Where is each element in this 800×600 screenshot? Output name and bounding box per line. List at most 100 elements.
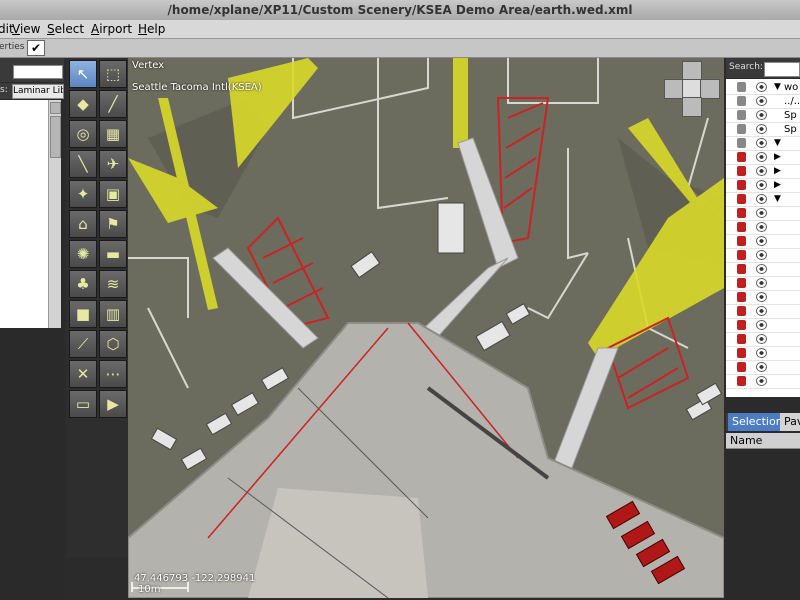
vertex-tool-button[interactable]: ↖ — [69, 60, 97, 88]
line-tool-button[interactable]: ⟋ — [69, 330, 97, 358]
lock-icon[interactable] — [737, 292, 746, 302]
windsock-tool-button[interactable]: ⚑ — [99, 210, 127, 238]
lock-icon[interactable] — [737, 320, 746, 330]
menu-airport[interactable]: Airport — [91, 20, 132, 38]
tree-row[interactable] — [726, 291, 800, 305]
tree-row[interactable] — [726, 207, 800, 221]
lock-icon[interactable] — [737, 264, 746, 274]
visibility-eye-icon[interactable] — [756, 292, 767, 302]
properties-checkbox[interactable]: ✔ — [27, 40, 45, 56]
expander-icon[interactable]: ▼ — [774, 137, 781, 150]
lock-icon[interactable] — [737, 306, 746, 316]
marquee-tool-button[interactable]: ⬚ — [99, 60, 127, 88]
lock-icon[interactable] — [737, 82, 746, 92]
tree-row[interactable]: ▼ — [726, 137, 800, 151]
visibility-eye-icon[interactable] — [756, 194, 767, 204]
hierarchy-search-input[interactable] — [764, 62, 800, 77]
visibility-eye-icon[interactable] — [756, 110, 767, 120]
expander-icon[interactable]: ▶ — [774, 165, 781, 178]
lock-icon[interactable] — [737, 138, 746, 148]
tree-row[interactable] — [726, 347, 800, 361]
tree-row[interactable] — [726, 305, 800, 319]
pan-up-button[interactable] — [682, 61, 702, 81]
tree-row[interactable]: Sp — [726, 109, 800, 123]
lock-icon[interactable] — [737, 152, 746, 162]
facade-tool-button[interactable]: ▥ — [99, 300, 127, 328]
zoom-center-button[interactable] — [682, 79, 702, 99]
name-column-header[interactable]: Name — [726, 433, 800, 449]
visibility-eye-icon[interactable] — [756, 362, 767, 372]
visibility-eye-icon[interactable] — [756, 264, 767, 274]
visibility-eye-icon[interactable] — [756, 166, 767, 176]
tree-row[interactable]: ▶ — [726, 179, 800, 193]
pan-down-button[interactable] — [682, 97, 702, 117]
tab-pavement[interactable]: Pav — [780, 413, 800, 431]
atc-tool-button[interactable]: ≋ — [99, 270, 127, 298]
tree-row[interactable] — [726, 319, 800, 333]
visibility-eye-icon[interactable] — [756, 334, 767, 344]
lock-icon[interactable] — [737, 166, 746, 176]
library-scrollbar[interactable] — [48, 100, 61, 328]
beacon-tool-button[interactable]: ✺ — [69, 240, 97, 268]
lock-icon[interactable] — [737, 348, 746, 358]
tree-row[interactable]: Sp — [726, 123, 800, 137]
visibility-eye-icon[interactable] — [756, 208, 767, 218]
menu-view[interactable]: View — [12, 20, 40, 38]
tree-row[interactable]: ../.. — [726, 95, 800, 109]
tree-row[interactable] — [726, 221, 800, 235]
expander-icon[interactable]: ▼ — [774, 193, 781, 206]
lock-icon[interactable] — [737, 250, 746, 260]
visibility-eye-icon[interactable] — [756, 376, 767, 386]
light-fixture-tool-button[interactable]: ✦ — [69, 180, 97, 208]
visibility-eye-icon[interactable] — [756, 152, 767, 162]
lock-icon[interactable] — [737, 180, 746, 190]
expander-icon[interactable]: ▶ — [774, 151, 781, 164]
visibility-eye-icon[interactable] — [756, 82, 767, 92]
truck-parking-tool-button[interactable]: ▭ — [69, 390, 97, 418]
tower-viewpoint-tool-button[interactable]: ⌂ — [69, 210, 97, 238]
visibility-eye-icon[interactable] — [756, 96, 767, 106]
menu-help[interactable]: Help — [138, 20, 165, 38]
lock-icon[interactable] — [737, 208, 746, 218]
expander-icon[interactable]: ▶ — [774, 179, 781, 192]
lock-icon[interactable] — [737, 362, 746, 372]
visibility-eye-icon[interactable] — [756, 124, 767, 134]
lock-icon[interactable] — [737, 124, 746, 134]
visibility-eye-icon[interactable] — [756, 250, 767, 260]
visibility-eye-icon[interactable] — [756, 222, 767, 232]
truck-tool-button[interactable]: ▬ — [99, 240, 127, 268]
object-tool-button[interactable]: ■ — [69, 300, 97, 328]
visibility-eye-icon[interactable] — [756, 180, 767, 190]
visibility-eye-icon[interactable] — [756, 138, 767, 148]
boundary-tool-button[interactable]: ▦ — [99, 120, 127, 148]
tree-row[interactable] — [726, 333, 800, 347]
visibility-eye-icon[interactable] — [756, 348, 767, 358]
menu-select[interactable]: Select — [47, 20, 84, 38]
lock-icon[interactable] — [737, 194, 746, 204]
tree-row[interactable] — [726, 235, 800, 249]
library-search-input[interactable] — [13, 65, 63, 79]
taxiway-tool-button[interactable]: ◆ — [69, 90, 97, 118]
tree-row[interactable] — [726, 361, 800, 375]
sign-tool-button[interactable]: ▣ — [99, 180, 127, 208]
lock-icon[interactable] — [737, 334, 746, 344]
tree-row[interactable]: ▶ — [726, 165, 800, 179]
polygon-tool-button[interactable]: ⬡ — [99, 330, 127, 358]
tree-row[interactable]: ▼ wo — [726, 81, 800, 95]
taxi-line-tool-button[interactable]: ╲ — [69, 150, 97, 178]
truck-dest-tool-button[interactable]: ▶ — [99, 390, 127, 418]
hierarchy-tree[interactable]: ▼ wo ../.. Sp Sp ▼ ▶ ▶ ▶ ▼ — [726, 79, 800, 397]
tree-row[interactable] — [726, 263, 800, 277]
tree-row[interactable] — [726, 375, 800, 389]
library-filter-dropdown[interactable]: Laminar Lib — [12, 84, 64, 99]
map-canvas[interactable]: Vertex Seattle Tacoma Intl(KSEA) 47.4467… — [128, 58, 724, 598]
visibility-eye-icon[interactable] — [756, 278, 767, 288]
tree-row[interactable]: ▶ — [726, 151, 800, 165]
expander-icon[interactable]: ▼ — [774, 81, 781, 94]
tree-row[interactable] — [726, 277, 800, 291]
tab-selection[interactable]: Selection — [728, 413, 787, 431]
scroll-thumb[interactable] — [50, 116, 61, 158]
visibility-eye-icon[interactable] — [756, 320, 767, 330]
lock-icon[interactable] — [737, 96, 746, 106]
scroll-up-arrow[interactable] — [50, 102, 61, 114]
